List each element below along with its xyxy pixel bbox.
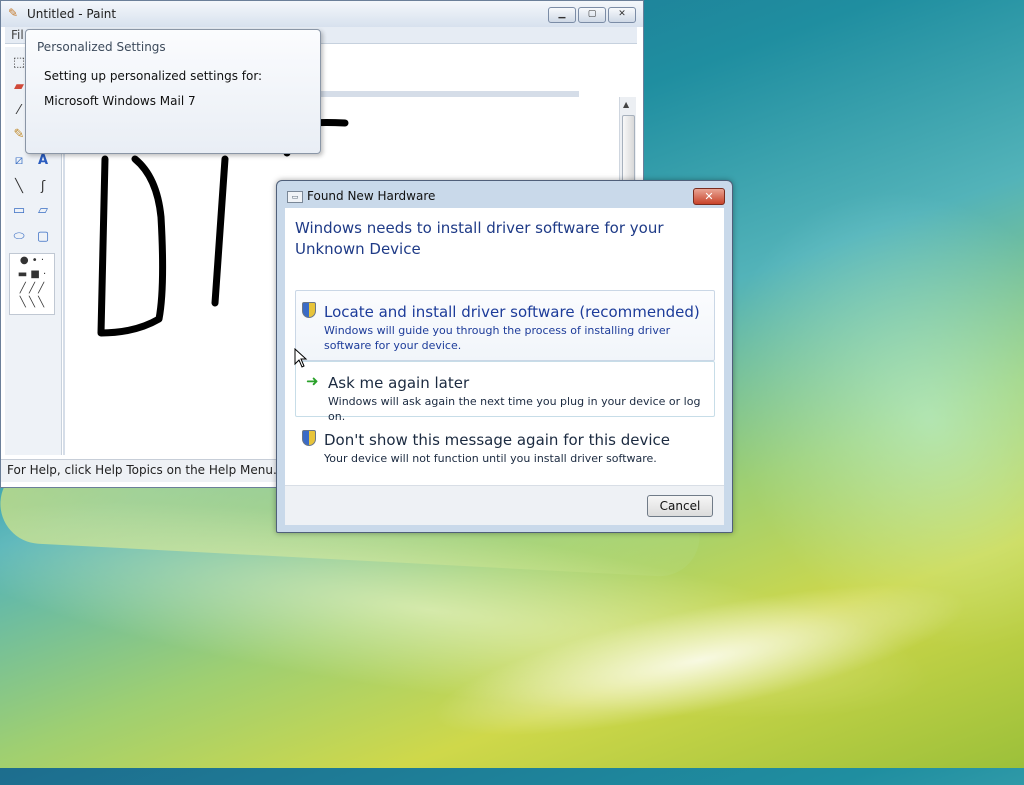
cancel-button[interactable]: Cancel — [647, 495, 713, 517]
brush-icon[interactable]: ⧄ — [9, 151, 29, 171]
line-tool-icon[interactable]: ╲ — [9, 177, 29, 197]
option-title: Don't show this message again for this d… — [324, 431, 671, 449]
option-locate-install[interactable]: Locate and install driver software (reco… — [295, 290, 715, 361]
paint-titlebar[interactable]: ✎ Untitled - Paint ▁ ▢ ✕ — [1, 1, 643, 27]
rounded-rect-tool-icon[interactable]: ▢ — [33, 227, 53, 247]
status-text: For Help, click Help Topics on the Help … — [7, 463, 277, 477]
shield-icon — [302, 302, 316, 318]
rectangle-tool-icon[interactable]: ▭ — [9, 201, 29, 221]
dialog-titlebar[interactable]: ▭ Found New Hardware ✕ — [277, 181, 732, 209]
option-ask-later[interactable]: ➜ Ask me again later Windows will ask ag… — [295, 361, 715, 423]
popup-line2: Microsoft Windows Mail 7 — [44, 94, 196, 108]
paint-app-icon: ✎ — [8, 6, 19, 20]
option-title: Ask me again later — [328, 374, 470, 392]
green-arrow-icon: ➜ — [306, 372, 319, 390]
popup-line1: Setting up personalized settings for: — [44, 69, 263, 83]
desktop-highlight — [374, 534, 1024, 785]
found-new-hardware-dialog[interactable]: ▭ Found New Hardware ✕ Windows needs to … — [276, 180, 733, 533]
option-title: Locate and install driver software (reco… — [324, 303, 700, 321]
mouse-pointer-icon — [294, 348, 308, 368]
dialog-body: Windows needs to install driver software… — [285, 208, 724, 525]
option-description: Windows will guide you through the proce… — [324, 324, 671, 352]
paint-window-title: Untitled - Paint — [27, 7, 117, 21]
dialog-heading: Windows needs to install driver software… — [295, 219, 664, 258]
close-button[interactable]: ✕ — [608, 7, 636, 23]
personalized-settings-popup: Personalized Settings Setting up persona… — [25, 29, 321, 154]
text-tool-icon[interactable]: A — [33, 151, 53, 171]
option-dont-show[interactable]: Don't show this message again for this d… — [295, 418, 715, 474]
shield-icon — [302, 430, 316, 446]
scroll-up-icon[interactable]: ▲ — [623, 100, 629, 109]
hardware-icon: ▭ — [287, 191, 303, 203]
dialog-title: Found New Hardware — [307, 189, 436, 203]
ellipse-tool-icon[interactable]: ⬭ — [9, 227, 29, 247]
option-description: Your device will not function until you … — [324, 452, 657, 465]
curve-tool-icon[interactable]: ʃ — [33, 177, 53, 197]
maximize-button[interactable]: ▢ — [578, 7, 606, 23]
dialog-footer: Cancel — [285, 485, 724, 525]
minimize-button[interactable]: ▁ — [548, 7, 576, 23]
popup-title: Personalized Settings — [37, 40, 166, 54]
menu-file[interactable]: Fil — [11, 28, 24, 42]
polygon-tool-icon[interactable]: ▱ — [33, 201, 53, 221]
dialog-close-button[interactable]: ✕ — [693, 188, 725, 205]
brush-size-options[interactable]: ● • · ▬ ■ · ╱ ╱ ╱ ╲ ╲ ╲ — [9, 253, 55, 315]
scroll-thumb[interactable] — [622, 115, 635, 187]
